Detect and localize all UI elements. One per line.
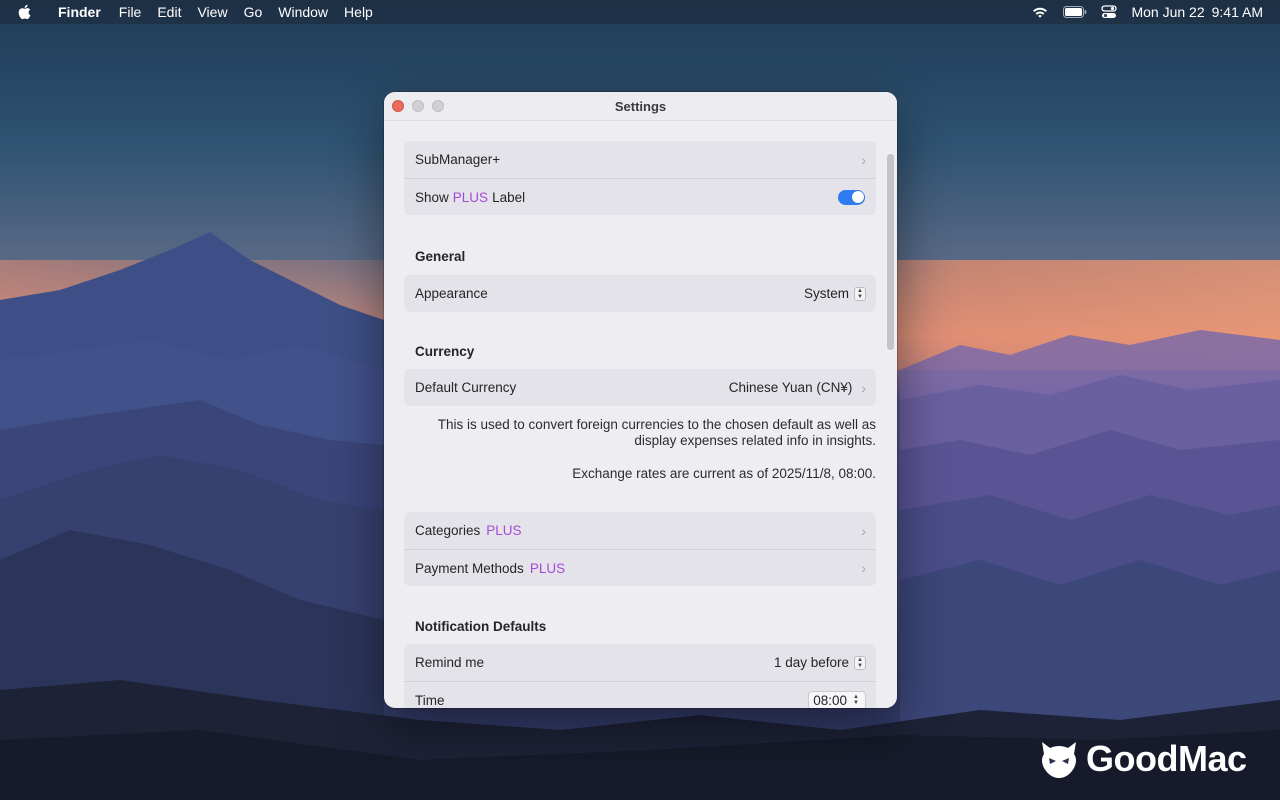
appearance-label: Appearance xyxy=(415,286,488,301)
updown-chevron-icon: ▲ ▼ xyxy=(853,694,859,706)
categories-row[interactable]: Categories PLUS › xyxy=(404,512,876,549)
close-button[interactable] xyxy=(392,100,404,112)
appearance-popup[interactable]: System ▲ ▼ xyxy=(804,286,866,301)
chevron-right-icon: › xyxy=(861,379,866,396)
submanager-plus-label: SubManager+ xyxy=(415,152,501,167)
settings-content: SubManager+ › Show PLUS Label General Ap… xyxy=(384,122,897,708)
watermark-text: GoodMac xyxy=(1086,738,1247,779)
notification-group: Remind me 1 day before ▲ ▼ Time 08:00 ▲ ▼ xyxy=(404,644,876,708)
submanager-plus-row[interactable]: SubManager+ › xyxy=(404,141,876,178)
chevron-right-icon: › xyxy=(861,151,866,168)
categories-plus-badge: PLUS xyxy=(486,523,522,538)
general-section-title: General xyxy=(415,249,466,264)
chevron-right-icon: › xyxy=(861,560,866,576)
menu-help[interactable]: Help xyxy=(336,0,381,24)
apple-menu-icon[interactable] xyxy=(0,4,48,20)
window-controls xyxy=(392,100,444,112)
updown-chevron-icon: ▲ ▼ xyxy=(854,655,866,670)
manage-group: Categories PLUS › Payment Methods PLUS › xyxy=(404,512,876,586)
exchange-rates-note: Exchange rates are current as of 2025/11… xyxy=(572,466,876,481)
menu-finder[interactable]: Finder xyxy=(48,0,111,24)
updown-chevron-icon: ▲ ▼ xyxy=(854,286,866,301)
window-titlebar[interactable]: Settings xyxy=(384,92,897,121)
currency-note: This is used to convert foreign currenci… xyxy=(404,417,876,449)
settings-window: Settings SubManager+ › Show PLUS Label G… xyxy=(384,92,897,708)
appearance-value: System xyxy=(803,286,849,301)
time-row: Time 08:00 ▲ ▼ xyxy=(404,681,876,708)
show-label-prefix: Show xyxy=(415,189,449,205)
general-group: Appearance System ▲ ▼ xyxy=(404,275,876,312)
menu-bar: Finder File Edit View Go Window Help Mon… xyxy=(0,0,1280,24)
payment-methods-label: Payment Methods xyxy=(415,560,524,576)
goodmac-watermark: GoodMac xyxy=(1038,738,1247,780)
default-currency-row[interactable]: Default Currency Chinese Yuan (CN¥) › xyxy=(404,369,876,406)
currency-section-title: Currency xyxy=(415,344,475,359)
menu-view[interactable]: View xyxy=(189,0,235,24)
show-plus-label-row: Show PLUS Label xyxy=(404,178,876,215)
clock-date: Mon Jun 22 xyxy=(1131,4,1205,20)
clock-time: 9:41 AM xyxy=(1211,4,1263,20)
chevron-right-icon: › xyxy=(861,522,866,539)
plus-group: SubManager+ › Show PLUS Label xyxy=(404,141,876,215)
remind-me-value: 1 day before xyxy=(773,655,849,670)
wifi-icon[interactable] xyxy=(1031,6,1049,19)
time-value: 08:00 xyxy=(813,692,847,708)
window-title: Settings xyxy=(614,98,667,114)
minimize-button[interactable] xyxy=(412,100,424,112)
menu-edit[interactable]: Edit xyxy=(149,0,189,24)
remind-me-row: Remind me 1 day before ▲ ▼ xyxy=(404,644,876,681)
plus-badge: PLUS xyxy=(452,189,489,205)
default-currency-value: Chinese Yuan (CN¥) xyxy=(728,380,853,395)
default-currency-label: Default Currency xyxy=(415,380,517,395)
goodmac-logo-icon xyxy=(1042,742,1076,778)
currency-note-line1: This is used to convert foreign currenci… xyxy=(437,417,876,432)
payment-plus-badge: PLUS xyxy=(529,560,566,576)
menu-file[interactable]: File xyxy=(111,0,150,24)
categories-label: Categories xyxy=(415,523,481,538)
appearance-row: Appearance System ▲ ▼ xyxy=(404,275,876,312)
battery-icon[interactable] xyxy=(1063,6,1087,18)
show-label-suffix: Label xyxy=(492,189,526,205)
time-label: Time xyxy=(415,692,445,708)
scrollbar-thumb[interactable] xyxy=(887,154,894,350)
notification-section-title: Notification Defaults xyxy=(415,619,547,634)
control-center-icon[interactable] xyxy=(1101,5,1118,19)
currency-note-line2: display expenses related info in insight… xyxy=(634,433,876,448)
show-plus-label-toggle[interactable] xyxy=(838,189,865,205)
remind-me-label: Remind me xyxy=(415,655,485,670)
payment-methods-row[interactable]: Payment Methods PLUS › xyxy=(404,549,876,586)
menu-go[interactable]: Go xyxy=(236,0,271,24)
menubar-clock[interactable]: Mon Jun 22 9:41 AM xyxy=(1131,4,1263,20)
time-stepper[interactable]: 08:00 ▲ ▼ xyxy=(808,690,866,708)
toggle-knob xyxy=(851,191,864,203)
currency-group: Default Currency Chinese Yuan (CN¥) › xyxy=(404,369,876,406)
remind-me-popup[interactable]: 1 day before ▲ ▼ xyxy=(774,655,866,670)
zoom-button[interactable] xyxy=(432,100,444,112)
show-plus-label-text: Show PLUS Label xyxy=(415,190,525,205)
menu-window[interactable]: Window xyxy=(270,0,336,24)
